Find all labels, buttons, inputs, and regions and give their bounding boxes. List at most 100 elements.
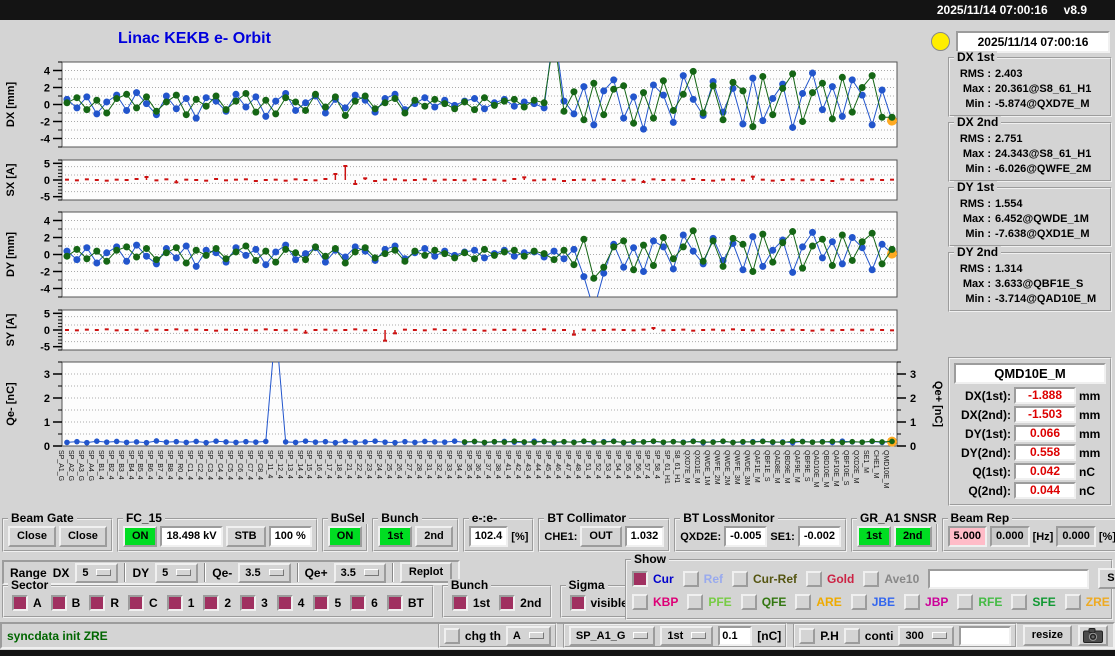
checkbox-indicator[interactable]	[795, 594, 812, 610]
checkbox-indicator[interactable]	[89, 595, 106, 611]
checkbox-indicator[interactable]	[1064, 594, 1081, 610]
checkbox-indicator[interactable]	[443, 627, 460, 644]
checkbox-indicator[interactable]	[499, 595, 516, 611]
checkbox-indicator[interactable]	[850, 594, 867, 610]
sector-checkbox-b[interactable]: B	[50, 595, 80, 611]
show-checkbox-gold[interactable]: Gold	[806, 570, 854, 587]
checkbox-indicator[interactable]	[313, 595, 330, 611]
show-checkbox-ave10[interactable]: Ave10	[863, 570, 919, 587]
sector-checkbox-1[interactable]: 1	[166, 595, 194, 611]
checkbox-indicator[interactable]	[957, 594, 974, 610]
replot-button[interactable]: Replot	[399, 562, 453, 583]
checkbox-indicator[interactable]	[12, 595, 28, 611]
checkbox-indicator[interactable]	[806, 570, 823, 587]
sector-checkbox-2[interactable]: 2	[203, 595, 231, 611]
checkbox-indicator[interactable]	[863, 570, 880, 587]
checkbox-indicator[interactable]	[240, 595, 257, 611]
gr-snsr-1st-button[interactable]: 1st	[857, 526, 891, 547]
show-checkbox-kbp[interactable]: KBP	[632, 594, 678, 610]
sector-checkbox-c[interactable]: C	[128, 595, 158, 611]
checkbox-indicator[interactable]	[569, 595, 586, 611]
chart-qe[interactable]: 0 0 1 1 2 2 3 3 Qe- [nC] Qe+ [nC]	[0, 361, 945, 453]
beam-gate-close-2-button[interactable]: Close	[58, 526, 107, 547]
show-checkbox-jbe[interactable]: JBE	[850, 594, 895, 610]
sector-checkbox-4[interactable]: 4	[276, 595, 304, 611]
range-qep-dropdown[interactable]: 3.5	[333, 562, 386, 583]
show-checkbox-jbp[interactable]: JBP	[904, 594, 948, 610]
show-checkbox-zre[interactable]: ZRE	[1064, 594, 1110, 610]
checkbox-indicator[interactable]	[203, 595, 220, 611]
resize-button[interactable]: resize	[1022, 625, 1072, 646]
checkbox-indicator[interactable]	[386, 595, 403, 611]
show-checkbox-are[interactable]: ARE	[795, 594, 842, 610]
checkbox-indicator[interactable]	[276, 595, 293, 611]
beam-gate-close-1-button[interactable]: Close	[8, 526, 56, 547]
che1-out-button[interactable]: OUT	[580, 526, 622, 547]
bunch-filter-checkbox-1st[interactable]: 1st	[451, 595, 490, 611]
screenshot-button[interactable]	[1078, 625, 1108, 646]
sector-checkbox-bt[interactable]: BT	[386, 595, 424, 611]
show-checkbox-pfe[interactable]: PFE	[687, 594, 732, 610]
range-dy-dropdown[interactable]: 5	[155, 562, 199, 583]
free-input[interactable]	[958, 625, 1011, 646]
conti-checkbox[interactable]: conti	[843, 627, 893, 644]
sector-checkbox-6[interactable]: 6	[350, 595, 378, 611]
busel-on-button[interactable]: ON	[327, 526, 363, 547]
chart-sx[interactable]: 5 0 -5 SX [A]	[0, 158, 945, 204]
sp-monitor-dropdown[interactable]: SP_A1_G	[568, 625, 656, 646]
bunch-2nd-button[interactable]: 2nd	[415, 526, 453, 547]
interval-dropdown[interactable]: 300	[898, 625, 954, 646]
checkbox-indicator[interactable]	[451, 595, 468, 611]
sector-checkbox-5[interactable]: 5	[313, 595, 341, 611]
range-qem-dropdown[interactable]: 3.5	[238, 562, 291, 583]
fc15-stb-button[interactable]: STB	[225, 526, 266, 547]
sector-checkbox-r[interactable]: R	[89, 595, 119, 611]
chart-dx[interactable]: 4 2 0 -2 -4 DX [mm]	[0, 61, 945, 148]
checkbox-indicator[interactable]	[632, 570, 648, 587]
fc15-on-button[interactable]: ON	[122, 526, 158, 547]
chart-dy[interactable]: 4 2 0 -2 -4 DY [mm]	[0, 211, 945, 298]
checkbox-indicator[interactable]	[799, 627, 816, 644]
show-checkbox-cur[interactable]: Cur	[632, 570, 674, 587]
show-checkbox-sfe[interactable]: SFE	[1011, 594, 1056, 610]
chg-th-checkbox[interactable]: chg th	[443, 627, 501, 644]
show-checkbox-ref[interactable]: Ref	[682, 570, 723, 587]
checkbox-indicator[interactable]	[740, 594, 757, 610]
checkbox-indicator[interactable]	[166, 595, 183, 611]
checkbox-indicator[interactable]	[632, 594, 648, 610]
checkbox-indicator[interactable]	[732, 570, 749, 587]
ph-checkbox[interactable]: P.H	[799, 627, 839, 644]
ee-ratio-value[interactable]: 102.4	[468, 526, 509, 547]
se1-value[interactable]: -0.002	[797, 526, 842, 547]
threshold-input[interactable]	[718, 625, 753, 646]
che1-value[interactable]: 1.032	[624, 526, 665, 547]
sector-checkbox-3[interactable]: 3	[240, 595, 268, 611]
checkbox-indicator[interactable]	[1011, 594, 1028, 610]
ref-file-input[interactable]	[928, 568, 1090, 589]
checkbox-indicator[interactable]	[687, 594, 704, 610]
checkbox-indicator[interactable]	[350, 595, 367, 611]
checkbox-indicator[interactable]	[682, 570, 699, 587]
checkbox-label: RFE	[978, 595, 1003, 609]
checkbox-indicator[interactable]	[904, 594, 921, 610]
show-checkbox-cur-ref[interactable]: Cur-Ref	[732, 570, 797, 587]
checkbox-indicator[interactable]	[50, 595, 67, 611]
fc15-voltage-value[interactable]: 18.498 kV	[160, 526, 223, 547]
gr-snsr-2nd-button[interactable]: 2nd	[893, 526, 932, 547]
show-group: Show Cur Ref Cur-Ref Gold Ave10 Set Ref KBP P…	[625, 553, 1115, 620]
fc15-duty-value[interactable]: 100 %	[268, 526, 312, 547]
checkbox-indicator[interactable]	[843, 627, 860, 644]
chg-th-dropdown[interactable]: A	[505, 625, 551, 646]
chart-sy[interactable]: 5 0 -5 SY [A]	[0, 308, 945, 354]
set-ref-button[interactable]: Set Ref	[1098, 568, 1115, 589]
bunch-order-dropdown[interactable]: 1st	[660, 625, 714, 646]
bunch-filter-checkbox-2nd[interactable]: 2nd	[499, 595, 542, 611]
qxd2e-value[interactable]: -0.005	[724, 526, 768, 547]
show-checkbox-qfe[interactable]: QFE	[740, 594, 786, 610]
sigma-checkbox-visible[interactable]: visible	[569, 595, 628, 611]
sector-checkbox-a[interactable]: A	[12, 595, 42, 611]
range-dx-dropdown[interactable]: 5	[75, 562, 119, 583]
show-checkbox-rfe[interactable]: RFE	[957, 594, 1002, 610]
checkbox-indicator[interactable]	[128, 595, 145, 611]
bunch-1st-button[interactable]: 1st	[378, 526, 413, 547]
